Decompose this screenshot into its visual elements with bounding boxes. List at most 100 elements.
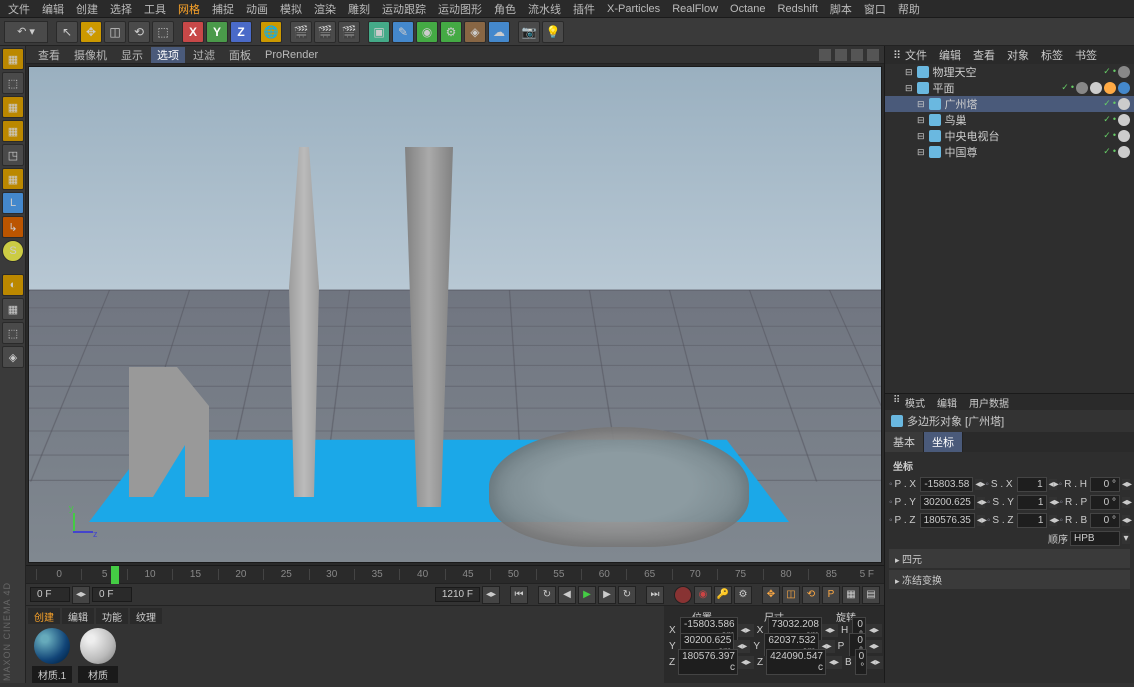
vp-icon-4[interactable] [866, 48, 880, 62]
axis-modify[interactable]: L [2, 192, 24, 214]
frame-start-field[interactable]: 0 F [30, 587, 70, 602]
menu-创建[interactable]: 创建 [70, 0, 104, 19]
object-中国尊[interactable]: ⊟中国尊✓• [885, 144, 1134, 160]
rec-rot[interactable]: ⟲ [802, 586, 820, 604]
vp-menu-面板[interactable]: 面板 [223, 47, 257, 63]
menu-Octane[interactable]: Octane [724, 1, 771, 17]
object-tag[interactable] [1118, 98, 1130, 110]
snap-toggle[interactable]: S [2, 240, 24, 262]
attr-collapse-四元[interactable]: 四元 [889, 549, 1130, 568]
tool-b[interactable]: ▦ [2, 298, 24, 320]
menu-窗口[interactable]: 窗口 [858, 0, 892, 19]
right-tab-编辑[interactable]: 编辑 [935, 47, 965, 63]
vp-icon-3[interactable] [850, 48, 864, 62]
object-中央电视台[interactable]: ⊟中央电视台✓• [885, 128, 1134, 144]
mat-tab-创建[interactable]: 创建 [28, 608, 60, 624]
object-物理天空[interactable]: ⊟物理天空✓• [885, 64, 1134, 80]
object-广州塔[interactable]: ⊟广州塔✓• [885, 96, 1134, 112]
key-opts[interactable]: ⚙ [734, 586, 752, 604]
menu-网格[interactable]: 网格 [172, 0, 206, 19]
step-back[interactable]: ◀ [558, 586, 576, 604]
menu-编辑[interactable]: 编辑 [36, 0, 70, 19]
attr-tab-用户数据[interactable]: 用户数据 [965, 394, 1013, 410]
object-tag[interactable] [1118, 82, 1130, 94]
frame-total-field[interactable]: 1210 F [435, 587, 480, 602]
edge-mode[interactable]: ◳ [2, 144, 24, 166]
mat-tab-纹理[interactable]: 纹理 [130, 608, 162, 624]
frame-current-field[interactable]: 0 F [92, 587, 132, 602]
nurbs-tool[interactable]: ◉ [416, 21, 438, 43]
object-平面[interactable]: ⊟平面✓• [885, 80, 1134, 96]
menu-运动跟踪[interactable]: 运动跟踪 [376, 0, 432, 19]
menu-RealFlow[interactable]: RealFlow [666, 1, 724, 17]
material-材质.1[interactable]: 材质.1 [32, 628, 72, 683]
polygon-mode[interactable]: ▦ [2, 168, 24, 190]
vp-menu-选项[interactable]: 选项 [151, 47, 185, 63]
cube-primitive[interactable]: ▣ [368, 21, 390, 43]
attr-tab-模式[interactable]: 模式 [901, 394, 929, 410]
timeline-playhead[interactable] [111, 566, 119, 584]
rec-opts[interactable]: ▤ [862, 586, 880, 604]
menu-工具[interactable]: 工具 [138, 0, 172, 19]
loop-toggle[interactable]: ↻ [538, 586, 556, 604]
axis-z-toggle[interactable]: Z [230, 21, 252, 43]
vp-menu-查看[interactable]: 查看 [32, 47, 66, 63]
attr-mode-坐标[interactable]: 坐标 [924, 432, 963, 452]
attr-mode-基本[interactable]: 基本 [885, 432, 924, 452]
mat-tab-编辑[interactable]: 编辑 [62, 608, 94, 624]
order-value[interactable]: HPB [1070, 531, 1120, 546]
menu-插件[interactable]: 插件 [567, 0, 601, 19]
right-tab-文件[interactable]: 文件 [901, 47, 931, 63]
render-view[interactable]: 🎬 [290, 21, 312, 43]
last-tool[interactable]: ⬚ [152, 21, 174, 43]
object-manager[interactable]: ⊟物理天空✓•⊟平面✓•⊟广州塔✓•⊟鸟巢✓•⊟中央电视台✓•⊟中国尊✓• [885, 64, 1134, 394]
step-forward[interactable]: ▶ [598, 586, 616, 604]
order-dropdown-icon[interactable]: ▾ [1122, 533, 1130, 544]
object-tag[interactable] [1118, 146, 1130, 158]
right-tab-标签[interactable]: 标签 [1037, 47, 1067, 63]
mat-tab-功能[interactable]: 功能 [96, 608, 128, 624]
menu-渲染[interactable]: 渲染 [308, 0, 342, 19]
tool-c[interactable]: ⬚ [2, 322, 24, 344]
point-mode[interactable]: ▦ [2, 120, 24, 142]
goto-end[interactable]: ⏭ [646, 586, 664, 604]
loop-toggle-2[interactable]: ↻ [618, 586, 636, 604]
move-tool[interactable]: ✥ [80, 21, 102, 43]
menu-运动图形[interactable]: 运动图形 [432, 0, 488, 19]
menu-角色[interactable]: 角色 [488, 0, 522, 19]
vp-menu-过滤[interactable]: 过滤 [187, 47, 221, 63]
attr-collapse-冻结变换[interactable]: 冻结变换 [889, 570, 1130, 589]
menu-文件[interactable]: 文件 [2, 0, 36, 19]
menu-流水线[interactable]: 流水线 [522, 0, 567, 19]
vp-menu-ProRender[interactable]: ProRender [259, 49, 324, 61]
scale-tool[interactable]: ◫ [104, 21, 126, 43]
attr-tab-编辑[interactable]: 编辑 [933, 394, 961, 410]
goto-start[interactable]: ⏮ [510, 586, 528, 604]
menu-帮助[interactable]: 帮助 [892, 0, 926, 19]
texture-mode[interactable]: ⬚ [2, 72, 24, 94]
model-mode[interactable]: ▦ [2, 48, 24, 70]
tool-a[interactable]: ◐ [2, 274, 24, 296]
object-tag[interactable] [1104, 82, 1116, 94]
generator-tool[interactable]: ⚙ [440, 21, 462, 43]
material-材质[interactable]: 材质 [78, 628, 118, 683]
vp-icon-2[interactable] [834, 48, 848, 62]
key-button[interactable]: 🔑 [714, 586, 732, 604]
menu-动画[interactable]: 动画 [240, 0, 274, 19]
object-tag[interactable] [1118, 130, 1130, 142]
menu-选择[interactable]: 选择 [104, 0, 138, 19]
right-tab-查看[interactable]: 查看 [969, 47, 999, 63]
undo-button[interactable]: ↶ ▾ [4, 21, 48, 43]
vp-menu-摄像机[interactable]: 摄像机 [68, 47, 113, 63]
axis-y-toggle[interactable]: Y [206, 21, 228, 43]
frame-start-spin[interactable]: ◂▸ [72, 586, 90, 604]
record-button[interactable] [674, 586, 692, 604]
autokey-button[interactable]: ◉ [694, 586, 712, 604]
frame-total-spin[interactable]: ◂▸ [482, 586, 500, 604]
menu-捕捉[interactable]: 捕捉 [206, 0, 240, 19]
axis-locked[interactable]: ↳ [2, 216, 24, 238]
rotate-tool[interactable]: ⟲ [128, 21, 150, 43]
coord-system[interactable]: 🌐 [260, 21, 282, 43]
object-tag[interactable] [1076, 82, 1088, 94]
menu-雕刻[interactable]: 雕刻 [342, 0, 376, 19]
